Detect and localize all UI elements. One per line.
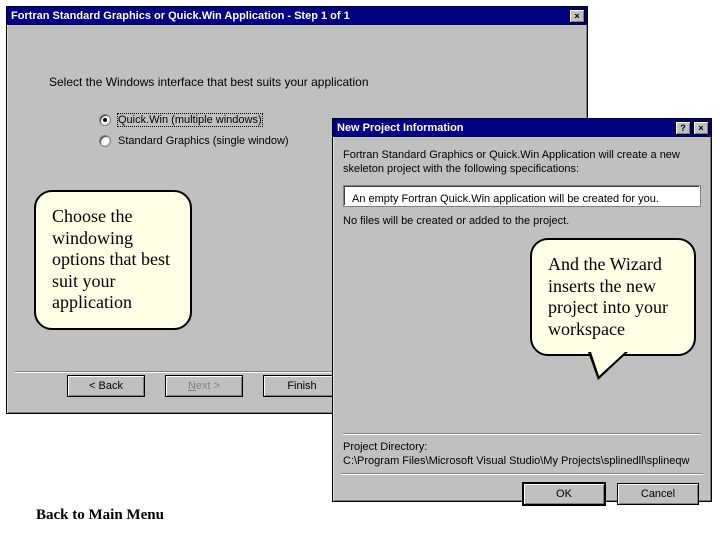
radio-stdgraphics-label: Standard Graphics (single window): [117, 135, 290, 147]
wizard-instruction: Select the Windows interface that best s…: [49, 75, 575, 89]
radio-quickwin-label: Quick.Win (multiple windows): [117, 113, 263, 127]
radio-dot-icon: [99, 114, 111, 126]
back-to-main-link[interactable]: Back to Main Menu: [36, 507, 164, 524]
cancel-button[interactable]: Cancel: [617, 483, 699, 505]
project-dir-label: Project Directory:: [343, 441, 701, 453]
ok-button[interactable]: OK: [523, 483, 605, 505]
callout-tail-icon: [588, 352, 628, 380]
back-button[interactable]: < Back: [67, 375, 145, 397]
info-title: New Project Information: [337, 122, 464, 134]
close-icon[interactable]: ×: [693, 121, 709, 135]
callout-right-text: And the Wizard inserts the new project i…: [548, 254, 668, 339]
next-button[interactable]: Next >: [165, 375, 243, 397]
project-dir-path: C:\Program Files\Microsoft Visual Studio…: [343, 455, 701, 467]
info-body-text: No files will be created or added to the…: [343, 215, 701, 227]
close-icon[interactable]: ×: [569, 9, 585, 23]
info-titlebar: New Project Information ? ×: [333, 119, 711, 137]
divider: [343, 433, 701, 435]
wizard-step1-title: Fortran Standard Graphics or Quick.Win A…: [11, 10, 350, 22]
info-description: Fortran Standard Graphics or Quick.Win A…: [343, 149, 701, 177]
finish-button[interactable]: Finish: [263, 375, 341, 397]
callout-right: And the Wizard inserts the new project i…: [530, 238, 696, 356]
info-spec-text: An empty Fortran Quick.Win application w…: [352, 193, 659, 205]
callout-left-text: Choose the windowing options that best s…: [52, 206, 170, 312]
callout-left: Choose the windowing options that best s…: [34, 190, 192, 330]
info-spec-box: An empty Fortran Quick.Win application w…: [343, 185, 701, 207]
wizard-step1-titlebar: Fortran Standard Graphics or Quick.Win A…: [7, 7, 587, 25]
radio-dot-icon: [99, 135, 111, 147]
help-icon[interactable]: ?: [675, 121, 691, 135]
